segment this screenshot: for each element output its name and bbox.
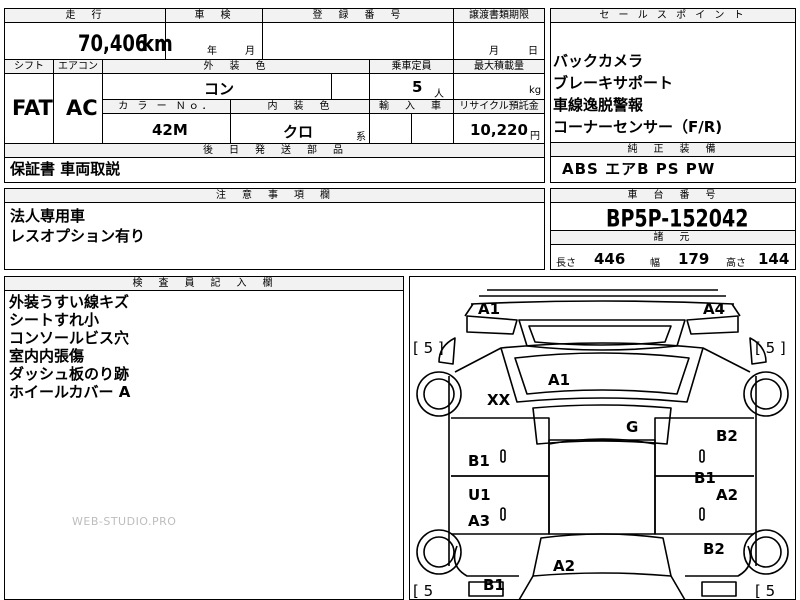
interior-color-suffix: 系 [356,132,366,143]
after-ship-header: 後 日 発 送 部 品 [4,143,545,158]
import-cell-a [369,113,412,144]
tire-rear-left: [ 5 [413,582,434,600]
inspector-note-2: シートすれ小 [9,311,100,329]
length-value: 446 [594,250,626,268]
mark-b2-right-rear: B2 [703,540,725,558]
registration-header: 登 録 番 号 [262,8,454,23]
caution-line-2: レスオプション有り [10,227,146,245]
mark-a2-rear: A2 [553,557,576,575]
mark-xx: XX [487,391,511,409]
door-rear-left [451,475,550,535]
door-front-right [654,417,754,477]
height-label: 高さ [726,258,746,269]
width-label: 幅 [650,258,660,269]
length-label: 長さ [556,258,576,269]
front-bumper [470,289,735,305]
caution-line-1: 法人専用車 [10,207,86,225]
color-no-header: カ ラ ー Ｎｏ． [102,99,231,114]
inspector-note-1: 外装うすい線キズ [9,293,130,311]
inspector-note-5: ダッシュ板のり跡 [9,365,130,383]
shift-header: シフト [4,59,54,74]
mark-a4-front-right: A4 [703,300,726,318]
interior-color-header: 内 装 色 [230,99,370,114]
exterior-color-value: コン [204,80,235,98]
mark-b1-left-front-door: B1 [468,452,490,470]
car-diagram [416,289,789,600]
capacity-value: 5 [412,78,423,96]
color-no-value: 42M [152,121,188,139]
chassis-value: BP5P-152042 [606,205,749,233]
transfer-deadline-header: 譲渡書類期限 [453,8,545,23]
height-value: 144 [758,250,790,268]
width-value: 179 [678,250,710,268]
aircon-header: エアコン [53,59,103,74]
tire-front-right: [ 5 ] [755,339,786,357]
mark-a3: A3 [468,512,491,530]
genuine-equipment-header: 純 正 装 備 [550,142,796,157]
max-load-header: 最大積載量 [453,59,545,74]
transfer-day: 日 [528,46,538,57]
inspector-notes-header: 検 査 員 記 入 欄 [4,276,404,291]
inspector-note-6: ホイールカバー A [9,383,131,401]
inspector-note-3: コンソールビス穴 [9,329,130,347]
tire-rear-right: [ 5 [755,582,776,600]
mark-u1: U1 [468,486,491,504]
selling-point-2: ブレーキサポート [553,74,674,92]
recycle-unit: 円 [530,131,540,142]
selling-points-header: セ ー ル ス ポ イ ン ト [550,8,796,23]
dimensions-header: 諸 元 [550,230,796,245]
transfer-month: 月 [489,46,499,57]
max-load-unit: kg [529,85,542,96]
interior-color-value: クロ [283,123,314,141]
after-ship-value: 保証書 車両取説 [10,160,121,178]
recycle-header: リサイクル預託金 [453,99,545,114]
selling-point-3: 車線逸脱警報 [553,96,644,114]
inspector-note-4: 室内内張傷 [9,347,85,365]
import-header: 輸 入 車 [369,99,454,114]
inspection-year: 年 [207,46,217,57]
aircon-value: AC [66,96,98,120]
mark-b1-rear-left: B1 [483,576,505,594]
chassis-header: 車 台 番 号 [550,188,796,203]
mark-a1-roof: A1 [548,371,571,389]
mark-a1-front-left: A1 [478,300,501,318]
watermark: WEB-STUDIO.PRO [72,515,177,528]
roof [532,404,672,445]
center-roof [548,439,656,535]
caution-header: 注 意 事 項 欄 [4,188,545,203]
mark-a2-right: A2 [716,486,739,504]
windshield [514,352,690,395]
mark-b2-right-front: B2 [716,427,738,445]
shift-value: FAT [12,96,53,120]
inspection-header: 車 検 [165,8,263,23]
headlight-right [686,315,739,335]
mileage-value: 70,406 [78,31,148,58]
inspection-month: 月 [245,46,255,57]
mark-g: G [626,418,639,436]
capacity-header: 乗車定員 [369,59,454,74]
selling-point-4: コーナーセンサー（F/R) [553,118,723,136]
registration-cell [262,22,454,60]
import-cell-b [411,113,454,144]
recycle-value: 10,220 [470,121,528,139]
tire-front-left: [ 5 ] [413,339,444,357]
genuine-equipment-value: ABS エアB PS PW [562,160,716,178]
mileage-header: 走 行 [4,8,166,23]
capacity-unit: 人 [434,89,444,100]
selling-point-1: バックカメラ [553,52,644,70]
headlight-left [466,315,518,335]
exterior-color-header: 外 装 色 [102,59,370,74]
mark-b1-right: B1 [694,469,716,487]
exterior-color-sub-cell [331,73,370,100]
